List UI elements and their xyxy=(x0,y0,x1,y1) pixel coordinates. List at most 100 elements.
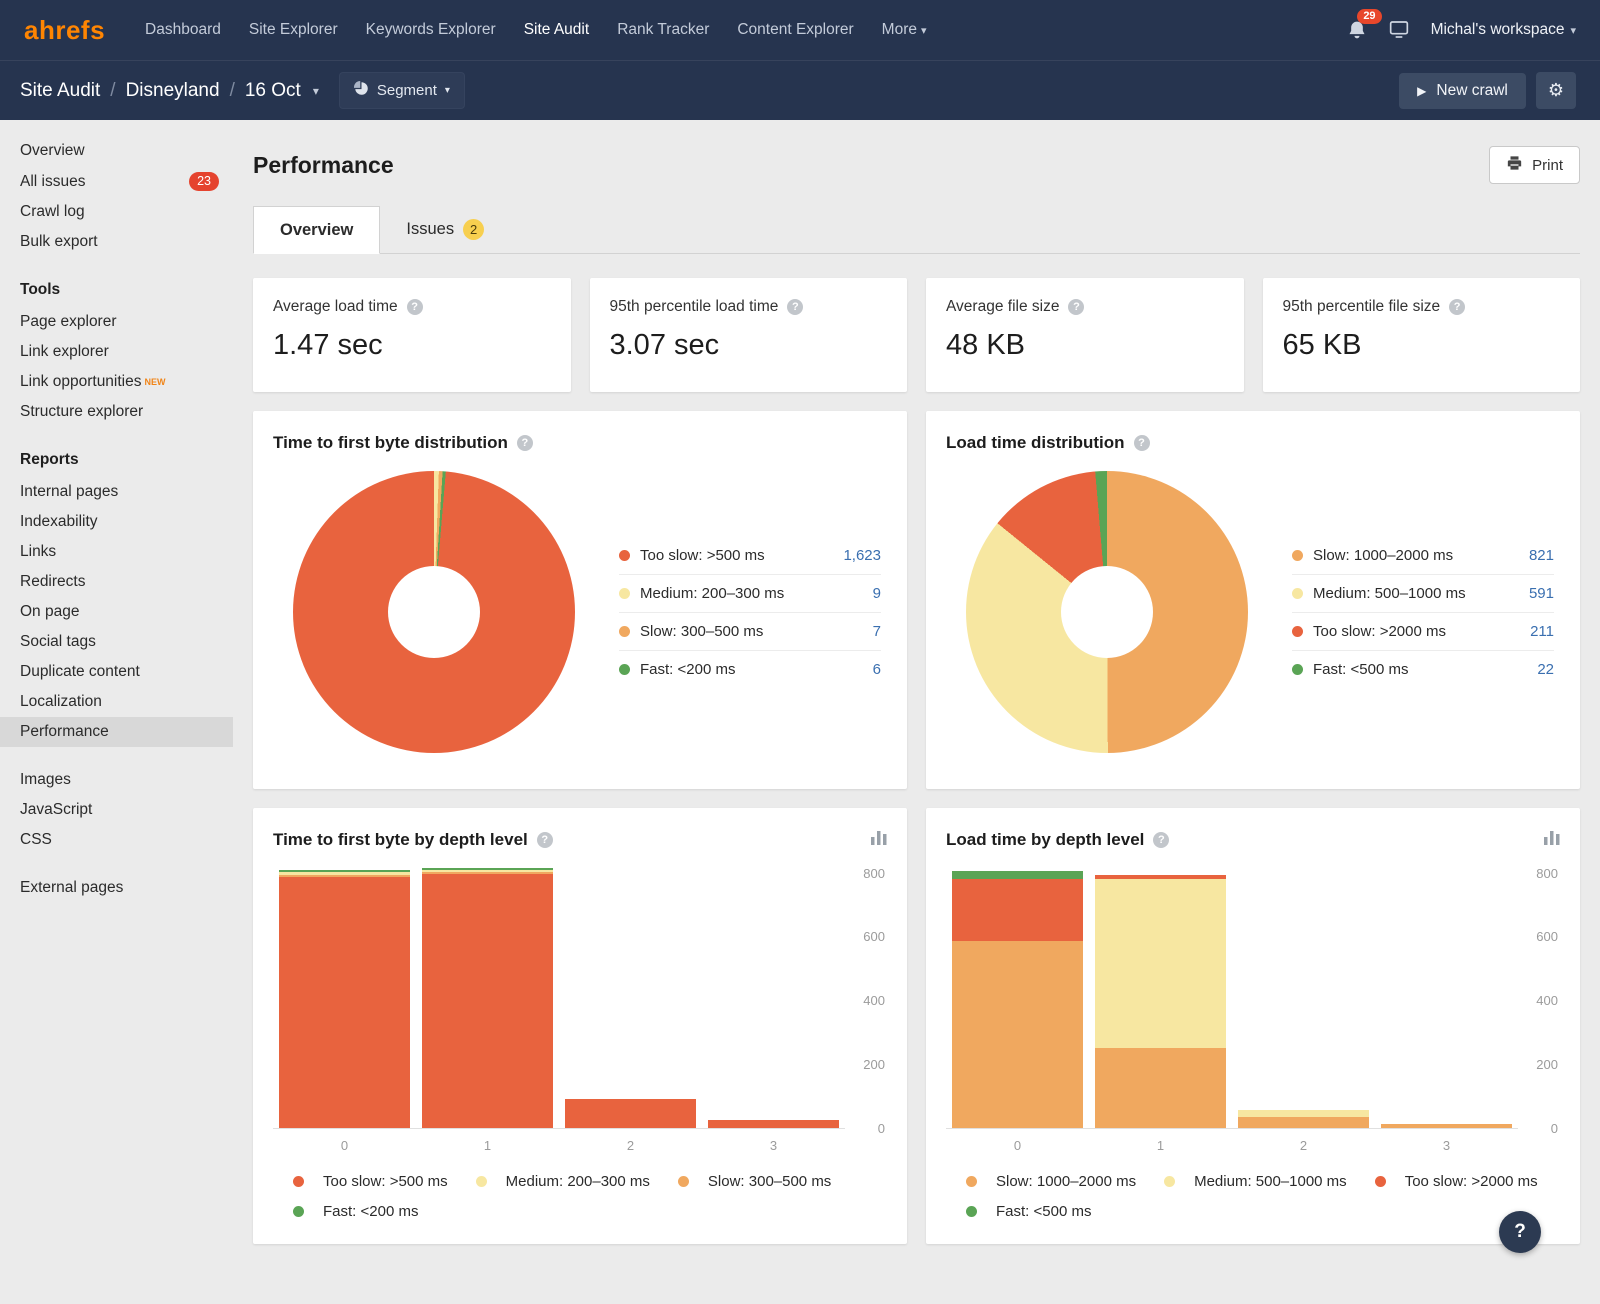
sidebar-item-overview[interactable]: Overview xyxy=(0,136,233,166)
new-crawl-button[interactable]: ▶ New crawl xyxy=(1399,73,1526,109)
sidebar-item-images[interactable]: Images xyxy=(0,765,233,795)
main-nav: DashboardSite ExplorerKeywords ExplorerS… xyxy=(131,0,940,60)
help-icon[interactable]: ? xyxy=(787,299,803,315)
tab-label: Issues xyxy=(406,220,454,239)
ahrefs-logo[interactable]: ahrefs xyxy=(24,15,105,46)
bar-segment-fast-500-ms xyxy=(952,871,1083,879)
bar-depth-0[interactable] xyxy=(952,871,1083,1128)
pie-body: Too slow: >500 ms1,623Medium: 200–300 ms… xyxy=(253,453,907,789)
legend-value-link[interactable]: 6 xyxy=(873,661,881,678)
legend-dot xyxy=(619,588,630,599)
sidebar-item-link-opportunities[interactable]: Link opportunitiesNEW xyxy=(0,367,233,397)
tab-issues[interactable]: Issues 2 xyxy=(380,206,510,253)
nav-item-site-audit[interactable]: Site Audit xyxy=(510,0,604,60)
nav-item-content-explorer[interactable]: Content Explorer xyxy=(723,0,867,60)
sidebar-item-social-tags[interactable]: Social tags xyxy=(0,627,233,657)
help-icon[interactable]: ? xyxy=(517,435,533,451)
sidebar-item-label: Duplicate content xyxy=(20,663,140,681)
nav-item-more[interactable]: More▾ xyxy=(868,0,941,60)
sidebar-item-on-page[interactable]: On page xyxy=(0,597,233,627)
nav-item-site-explorer[interactable]: Site Explorer xyxy=(235,0,352,60)
segment-button[interactable]: Segment ▾ xyxy=(339,72,465,109)
help-icon[interactable]: ? xyxy=(1068,299,1084,315)
tab-overview[interactable]: Overview xyxy=(253,206,380,254)
legend-value-link[interactable]: 591 xyxy=(1529,585,1554,602)
legend-dot xyxy=(678,1176,689,1187)
settings-button[interactable]: ⚙ xyxy=(1536,72,1576,109)
legend-value-link[interactable]: 211 xyxy=(1530,623,1554,640)
sidebar-item-label: Internal pages xyxy=(20,483,118,501)
sidebar-item-label: Overview xyxy=(20,142,85,160)
report-tabs: Overview Issues 2 xyxy=(253,206,1580,254)
help-icon[interactable]: ? xyxy=(1449,299,1465,315)
sidebar-item-link-explorer[interactable]: Link explorer xyxy=(0,337,233,367)
bar-depth-3[interactable] xyxy=(1381,1124,1512,1128)
monitor-button[interactable] xyxy=(1389,20,1409,44)
help-icon[interactable]: ? xyxy=(1153,832,1169,848)
ttfb-donut-chart[interactable] xyxy=(293,471,575,753)
sidebar: Overview All issues23Crawl logBulk export… xyxy=(0,120,233,1304)
stat-value: 1.47 sec xyxy=(273,329,551,362)
legend-value-link[interactable]: 7 xyxy=(873,623,881,640)
play-icon: ▶ xyxy=(1417,84,1426,98)
load-time-donut-chart[interactable] xyxy=(966,471,1248,753)
legend-dot xyxy=(966,1206,977,1217)
sidebar-item-localization[interactable]: Localization xyxy=(0,687,233,717)
app-root: ahrefs DashboardSite ExplorerKeywords Ex… xyxy=(0,0,1600,1304)
bar-chart-body: 0123 8006004002000 Slow: 1000–2000 msMed… xyxy=(926,850,1580,1244)
sidebar-item-label: On page xyxy=(20,603,79,621)
x-axis-label: 0 xyxy=(946,1138,1089,1153)
breadcrumb-disneyland[interactable]: Disneyland xyxy=(126,80,220,102)
sidebar-item-crawl-log[interactable]: Crawl log xyxy=(0,197,233,227)
help-icon[interactable]: ? xyxy=(537,832,553,848)
y-axis-label: 800 xyxy=(863,866,885,881)
tab-count-badge: 2 xyxy=(463,219,484,240)
bar-chart-icon[interactable] xyxy=(1544,830,1560,850)
nav-item-rank-tracker[interactable]: Rank Tracker xyxy=(603,0,723,60)
sidebar-item-links[interactable]: Links xyxy=(0,537,233,567)
bar-depth-2[interactable] xyxy=(1238,1110,1369,1128)
legend-value-link[interactable]: 1,623 xyxy=(843,547,881,564)
print-button[interactable]: Print xyxy=(1489,146,1580,184)
workspace-menu[interactable]: Michal's workspace▾ xyxy=(1431,21,1576,39)
sidebar-item-page-explorer[interactable]: Page explorer xyxy=(0,307,233,337)
breadcrumb-site-audit[interactable]: Site Audit xyxy=(20,80,100,102)
sidebar-item-css[interactable]: CSS xyxy=(0,825,233,855)
segment-pie-icon xyxy=(354,81,369,100)
stat-label: 95th percentile load time xyxy=(610,298,779,316)
sidebar-item-duplicate-content[interactable]: Duplicate content xyxy=(0,657,233,687)
sidebar-item-indexability[interactable]: Indexability xyxy=(0,507,233,537)
legend-value-link[interactable]: 821 xyxy=(1529,547,1554,564)
sidebar-item-internal-pages[interactable]: Internal pages xyxy=(0,477,233,507)
bar-depth-1[interactable] xyxy=(422,868,553,1128)
legend-label: Fast: <500 ms xyxy=(996,1203,1091,1220)
bar-depth-1[interactable] xyxy=(1095,875,1226,1128)
nav-item-dashboard[interactable]: Dashboard xyxy=(131,0,235,60)
bar-depth-2[interactable] xyxy=(565,1099,696,1128)
notifications-button[interactable]: 29 xyxy=(1347,20,1367,45)
sidebar-item-javascript[interactable]: JavaScript xyxy=(0,795,233,825)
sidebar-item-performance[interactable]: Performance xyxy=(0,717,233,747)
nav-item-keywords-explorer[interactable]: Keywords Explorer xyxy=(352,0,510,60)
help-button[interactable]: ? xyxy=(1499,1211,1541,1253)
breadcrumb-16-oct[interactable]: 16 Oct xyxy=(245,80,301,102)
sidebar-item-structure-explorer[interactable]: Structure explorer xyxy=(0,397,233,427)
sidebar-item-redirects[interactable]: Redirects xyxy=(0,567,233,597)
sidebar-item-external-pages[interactable]: External pages xyxy=(0,873,233,903)
ttfb-bar-legend: Too slow: >500 msMedium: 200–300 msSlow:… xyxy=(273,1153,887,1244)
legend-value-link[interactable]: 9 xyxy=(873,585,881,602)
help-icon[interactable]: ? xyxy=(1134,435,1150,451)
issues-count-badge: 23 xyxy=(189,172,219,191)
legend-value-link[interactable]: 22 xyxy=(1537,661,1554,678)
x-axis-label: 1 xyxy=(1089,1138,1232,1153)
chevron-down-icon[interactable]: ▾ xyxy=(313,84,319,98)
bar-depth-3[interactable] xyxy=(708,1120,839,1128)
legend-label: Medium: 500–1000 ms xyxy=(1194,1173,1347,1190)
legend-dot xyxy=(1375,1176,1386,1187)
sidebar-item-bulk-export[interactable]: Bulk export xyxy=(0,227,233,257)
bar-depth-0[interactable] xyxy=(279,870,410,1128)
bar-chart-icon[interactable] xyxy=(871,830,887,850)
help-icon[interactable]: ? xyxy=(407,299,423,315)
plot-row: 0123 8006004002000 xyxy=(946,864,1560,1153)
sidebar-item-all-issues[interactable]: All issues23 xyxy=(0,166,233,197)
